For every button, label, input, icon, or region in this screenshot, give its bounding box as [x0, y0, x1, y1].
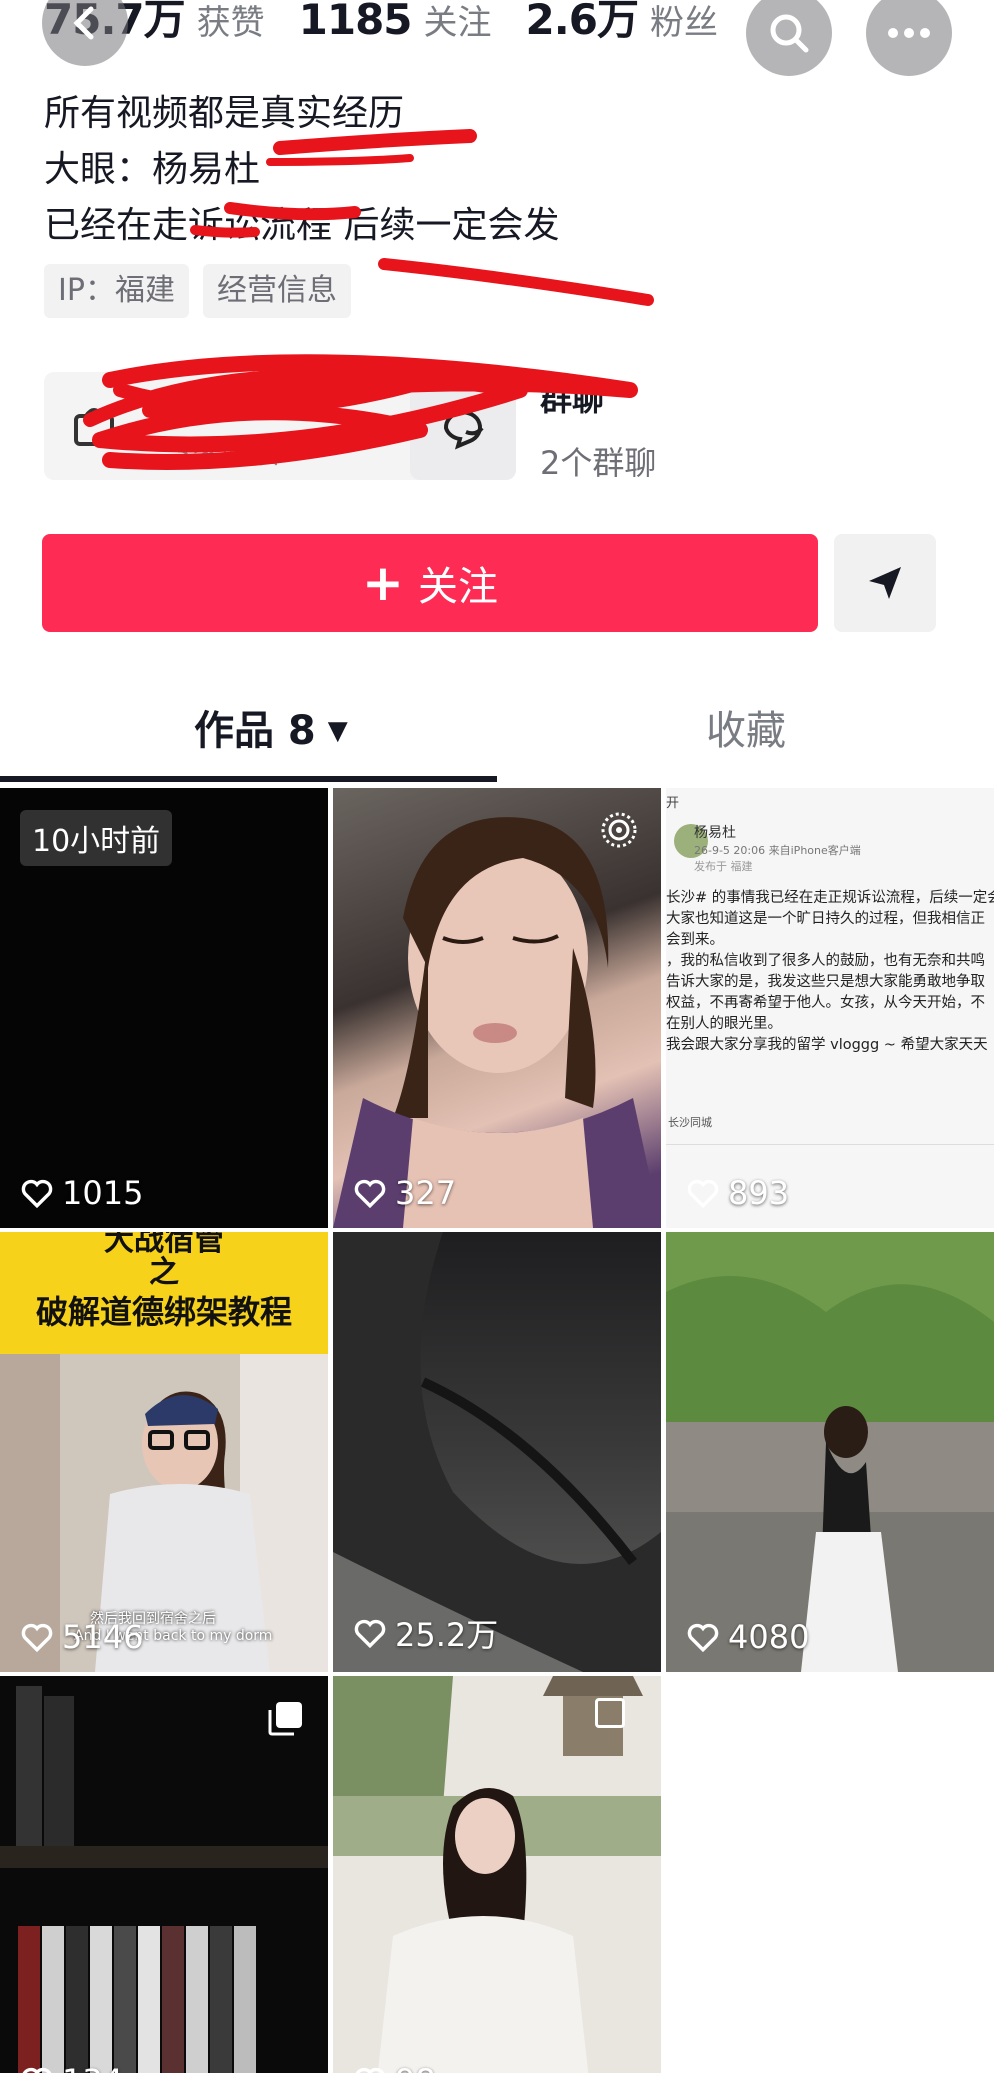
video-item[interactable]: 25.2万	[333, 1232, 661, 1672]
share-button[interactable]	[834, 534, 936, 632]
heart-icon	[21, 1623, 53, 1653]
video-thumbnail	[666, 1232, 994, 1672]
shop-icon	[74, 408, 114, 446]
post-tag: 长沙同城	[668, 1116, 712, 1129]
profile-stats: 75.7万 获赞 1185 关注 2.6万 粉丝	[44, 0, 752, 47]
likes-count: 327	[395, 1174, 457, 1212]
likes-count: 5146	[62, 1618, 144, 1656]
more-button[interactable]	[866, 0, 952, 76]
following-label: 关注	[423, 3, 492, 43]
video-likes: 25.2万	[353, 1610, 498, 1656]
video-title-banner: 大战宿管 之 破解道德绑架教程	[0, 1232, 328, 1354]
group-chat-count: 2个群聊	[540, 444, 657, 482]
group-chat-button[interactable]	[410, 374, 516, 480]
post-author: 杨易杜	[694, 825, 736, 841]
heart-icon	[354, 1179, 386, 1209]
search-icon	[770, 14, 809, 53]
video-thumbnail	[333, 1232, 661, 1672]
live-photo-icon	[601, 812, 637, 848]
follow-label: 关注	[417, 564, 498, 610]
send-icon	[869, 567, 901, 599]
video-item[interactable]: 开 杨易杜 26-9-5 20:06 来自iPhone客户端 发布于 福建 长沙…	[666, 788, 994, 1228]
likes-count: 134	[62, 2062, 123, 2073]
more-dots-icon	[888, 28, 930, 38]
video-likes: 327	[353, 1174, 456, 1212]
heart-icon	[687, 1623, 719, 1653]
video-likes: 4080	[686, 1618, 809, 1656]
caret-down-icon: ▼	[327, 716, 348, 746]
following-count[interactable]: 1185	[299, 0, 413, 44]
video-item[interactable]: 134	[0, 1676, 328, 2073]
plus-icon: +	[362, 554, 404, 612]
video-likes: 1015	[20, 1174, 143, 1212]
followers-label: 粉丝	[649, 3, 718, 43]
ip-location-tag: IP：福建	[44, 264, 189, 318]
followers-count[interactable]: 2.6万	[526, 0, 639, 47]
heart-icon	[22, 2067, 52, 2073]
heart-icon	[354, 1619, 386, 1649]
video-thumbnail	[333, 1676, 661, 2073]
post-meta: 26-9-5 20:06 来自iPhone客户端	[694, 844, 861, 857]
video-likes: 134	[20, 2062, 123, 2073]
video-item[interactable]: 4080	[666, 1232, 994, 1672]
likes-count: 4080	[728, 1618, 810, 1656]
profile-tags: IP：福建 经营信息	[44, 264, 351, 318]
search-button[interactable]	[746, 0, 832, 76]
video-thumbnail	[333, 817, 661, 1228]
tab-favorites[interactable]: 收藏	[706, 690, 786, 772]
profile-bio: 所有视频都是真实经历 大眼：杨易杜 已经在走诉讼流程 后续一定会发	[44, 86, 559, 254]
profile-tabs: 作品 8 ▼ 收藏	[0, 690, 994, 782]
bio-line-2: 大眼：杨易杜	[44, 149, 261, 190]
likes-count: 98	[395, 2062, 436, 2073]
bio-line-1: 所有视频都是真实经历	[44, 93, 405, 134]
heart-icon	[355, 2067, 385, 2073]
multi-image-icon	[268, 1702, 302, 1736]
active-tab-indicator	[0, 776, 497, 782]
likes-label: 获赞	[196, 3, 265, 43]
video-likes: 893	[686, 1174, 789, 1212]
likes-count: 25.2万	[395, 1616, 499, 1654]
heart-icon	[21, 1179, 53, 1209]
video-item[interactable]: 10小时前 1015	[0, 788, 328, 1228]
bio-line-3: 已经在走诉讼流程 后续一定会发	[44, 205, 560, 246]
video-likes: 5146	[20, 1618, 143, 1656]
post-location: 发布于 福建	[694, 860, 753, 873]
back-button[interactable]	[42, 0, 128, 66]
video-item[interactable]: 98	[333, 1676, 661, 2073]
heart-icon	[687, 1179, 719, 1209]
follow-button[interactable]: + 关注	[42, 534, 818, 632]
multi-image-icon	[595, 1698, 625, 1728]
video-item[interactable]: 大战宿管 之 破解道德绑架教程 然后我回到宿舍之后 And I went bac…	[0, 1232, 328, 1672]
shop-count: 3家好店	[172, 436, 282, 471]
chevron-left-icon	[73, 6, 94, 40]
post-body: 长沙# 的事情我已经在走正规诉讼流程，后续一定会 大家也知道这是一个旷日持久的过…	[666, 890, 994, 1053]
time-badge: 10小时前	[20, 810, 173, 866]
video-item[interactable]: 327	[333, 788, 661, 1228]
video-likes: 98	[353, 2062, 436, 2073]
chat-bubble-icon	[443, 410, 484, 450]
tab-works-label: 作品 8	[194, 708, 316, 754]
likes-count: 1015	[62, 1174, 144, 1212]
likes-count: 893	[728, 1174, 790, 1212]
group-chat-title[interactable]: 群聊	[540, 374, 604, 420]
tab-works[interactable]: 作品 8 ▼	[194, 690, 348, 772]
business-info-tag[interactable]: 经营信息	[202, 264, 351, 318]
